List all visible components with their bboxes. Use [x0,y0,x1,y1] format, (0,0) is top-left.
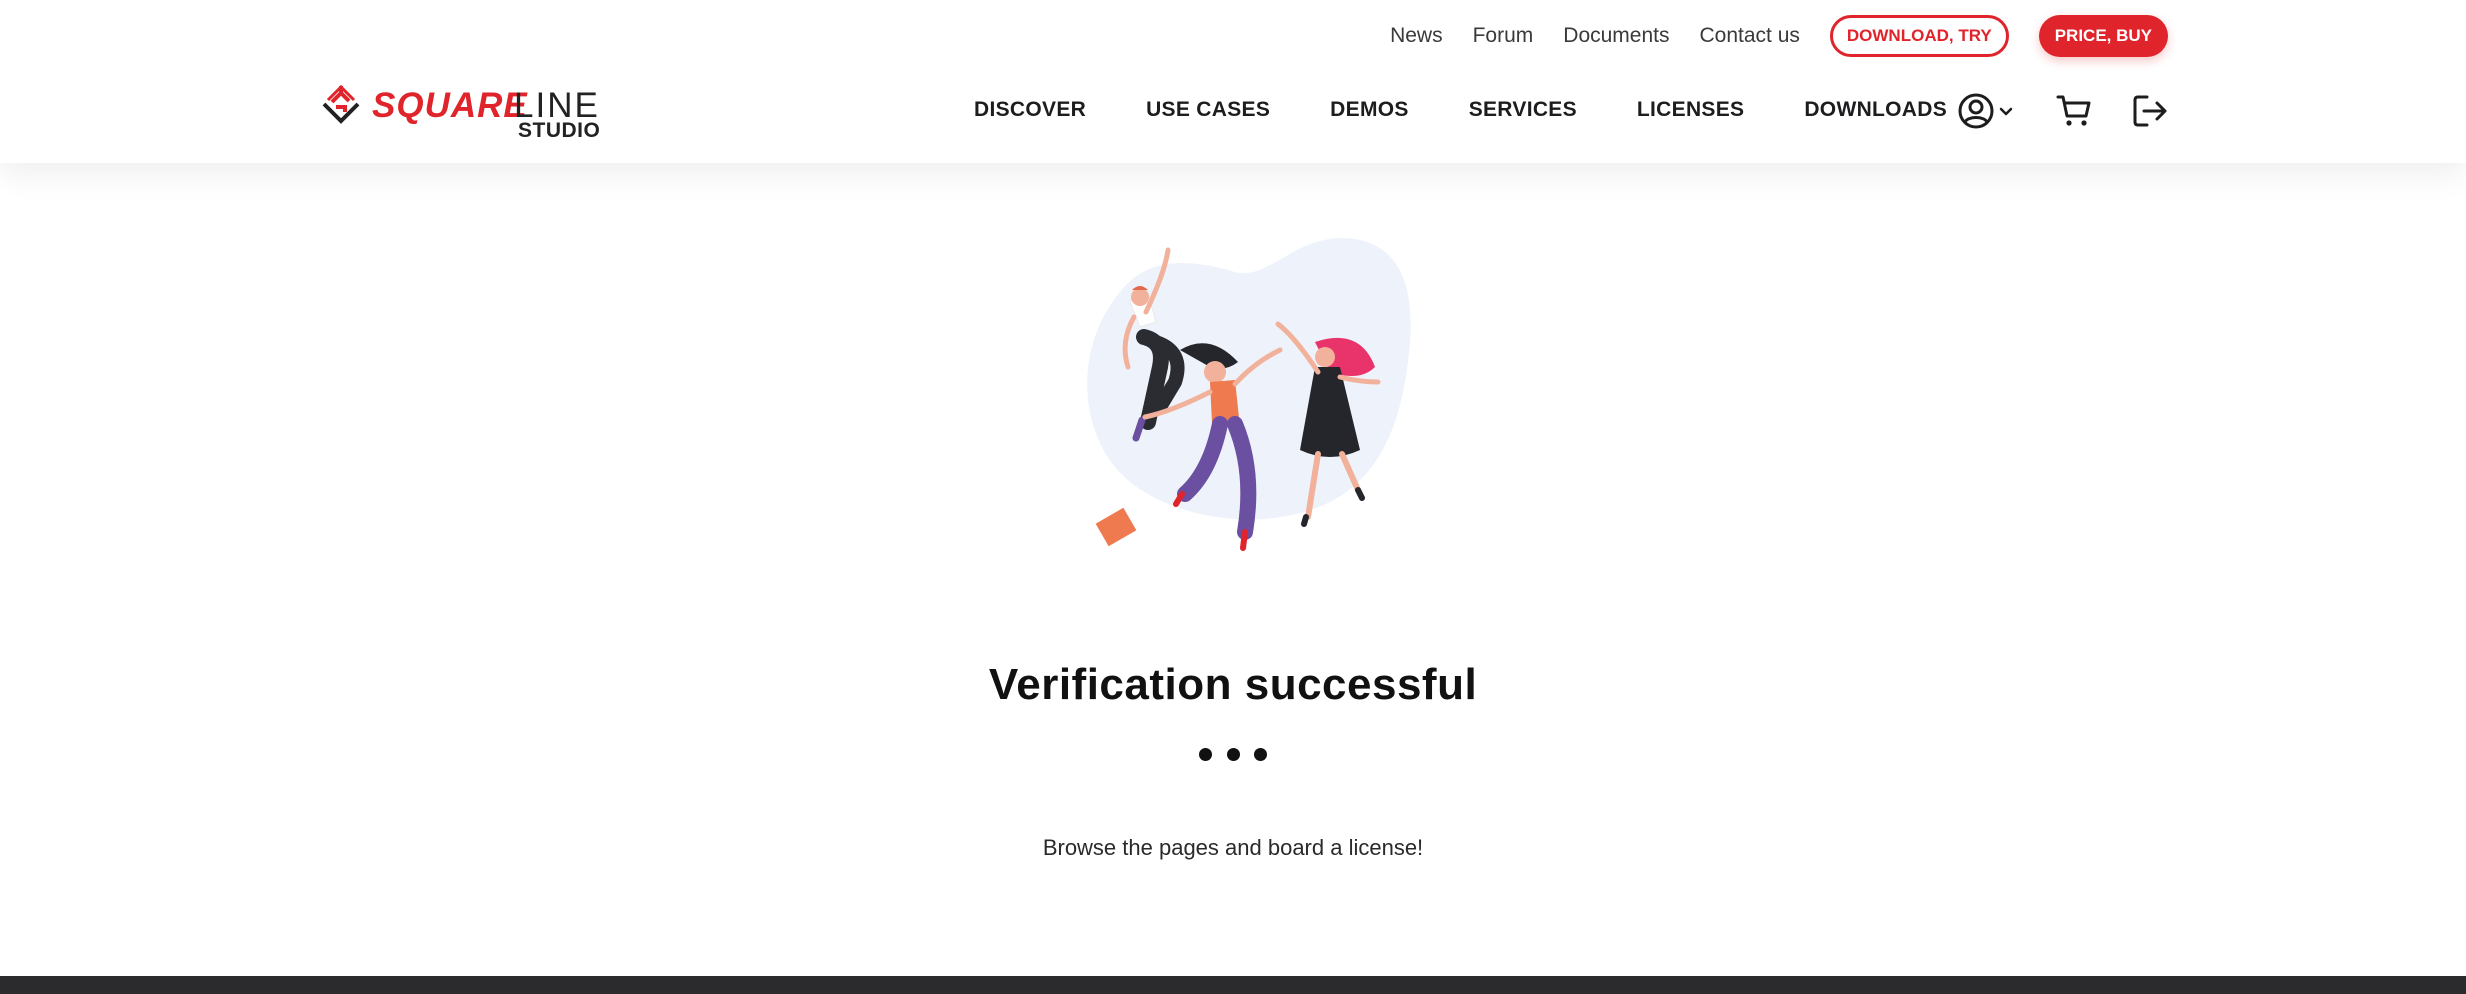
top-link-forum[interactable]: Forum [1473,24,1534,48]
download-try-button[interactable]: DOWNLOAD, TRY [1829,15,2009,57]
site-header: News Forum Documents Contact us DOWNLOAD… [0,0,2466,163]
dot [1226,747,1240,761]
page-title: Verification successful [988,660,1478,709]
top-links: News Forum Documents Contact us DOWNLOAD… [1390,14,2168,58]
nav-downloads[interactable]: DOWNLOADS [1804,98,1947,122]
dot [1199,747,1212,761]
price-buy-button[interactable]: PRICE, BUY [2038,15,2168,57]
loading-dots [1199,745,1267,763]
dot [1254,747,1267,761]
logo-text-studio: STUDIO [518,119,601,142]
page: News Forum Documents Contact us DOWNLOAD… [0,0,2466,994]
user-circle-icon [1958,93,2013,129]
top-link-documents[interactable]: Documents [1563,24,1669,48]
chevron-down-icon [1999,107,2013,116]
page-subtitle: Browse the pages and board a license! [1042,835,1424,860]
top-link-contact[interactable]: Contact us [1700,24,1800,48]
nav-use-cases[interactable]: USE CASES [1146,98,1270,122]
falling-book [1095,507,1137,547]
nav-services[interactable]: SERVICES [1469,98,1577,122]
nav-demos[interactable]: DEMOS [1330,98,1409,122]
logout-button[interactable] [2132,93,2168,129]
logo-text-square: SQUARE [372,86,528,125]
top-link-news[interactable]: News [1390,24,1443,48]
cart-button[interactable] [2056,92,2092,128]
squareline-logo[interactable]: SQUARE LINE STUDIO [318,80,603,142]
nav-discover[interactable]: DISCOVER [974,98,1086,122]
logo-mark-icon [322,84,360,124]
footer-bar [0,976,2466,994]
main-nav: DISCOVER USE CASES DEMOS SERVICES LICENS… [974,92,1947,128]
cart-icon [2056,95,2091,126]
nav-licenses[interactable]: LICENSES [1637,98,1744,122]
user-menu-button[interactable] [1958,92,2016,130]
celebration-illustration [1087,237,1411,551]
logout-icon [2133,95,2167,127]
